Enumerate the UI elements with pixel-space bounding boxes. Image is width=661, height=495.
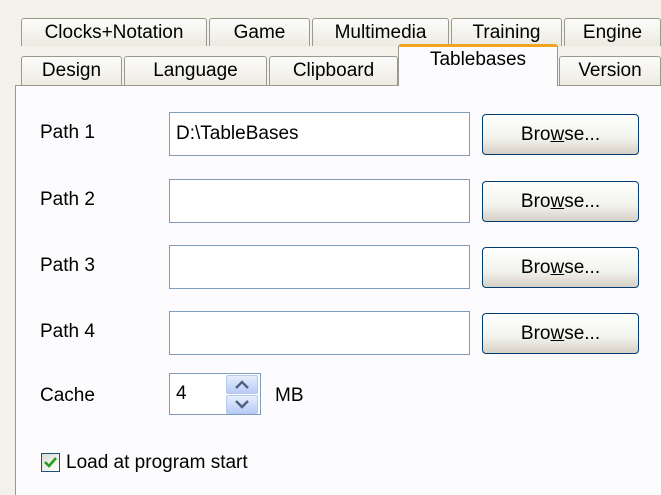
tab-version[interactable]: Version <box>559 56 661 86</box>
tab-game[interactable]: Game <box>209 18 310 46</box>
spin-up-button[interactable] <box>226 375 258 394</box>
path2-input[interactable] <box>169 179 470 223</box>
cache-spinner[interactable]: 4 <box>169 373 261 415</box>
path4-input[interactable] <box>169 311 470 355</box>
path4-label: Path 4 <box>40 321 95 342</box>
path1-input[interactable]: D:\TableBases <box>169 112 470 156</box>
checkmark-icon <box>44 457 57 468</box>
path1-browse-button[interactable]: Browse... <box>482 114 639 155</box>
path2-label: Path 2 <box>40 189 95 210</box>
cache-unit: MB <box>275 385 304 406</box>
tab-clipboard[interactable]: Clipboard <box>269 56 398 86</box>
tab-language[interactable]: Language <box>124 56 267 86</box>
path3-browse-button[interactable]: Browse... <box>482 247 639 288</box>
arrow-down-icon <box>235 400 249 409</box>
spin-down-button[interactable] <box>226 395 258 414</box>
load-at-start-label[interactable]: Load at program start <box>66 452 248 474</box>
cache-label: Cache <box>40 385 95 406</box>
tab-tablebases[interactable]: Tablebases <box>398 44 558 86</box>
tab-clocks-notation[interactable]: Clocks+Notation <box>21 18 207 46</box>
path2-browse-button[interactable]: Browse... <box>482 181 639 222</box>
path1-label: Path 1 <box>40 122 95 143</box>
path3-label: Path 3 <box>40 255 95 276</box>
cache-value[interactable]: 4 <box>176 374 187 414</box>
tab-design[interactable]: Design <box>21 56 122 86</box>
tab-multimedia[interactable]: Multimedia <box>312 18 449 46</box>
tab-engine[interactable]: Engine <box>564 18 661 46</box>
path4-browse-button[interactable]: Browse... <box>482 313 639 354</box>
tab-training[interactable]: Training <box>451 18 562 46</box>
arrow-up-icon <box>235 380 249 389</box>
path3-input[interactable] <box>169 245 470 289</box>
load-at-start-checkbox[interactable] <box>41 453 60 472</box>
